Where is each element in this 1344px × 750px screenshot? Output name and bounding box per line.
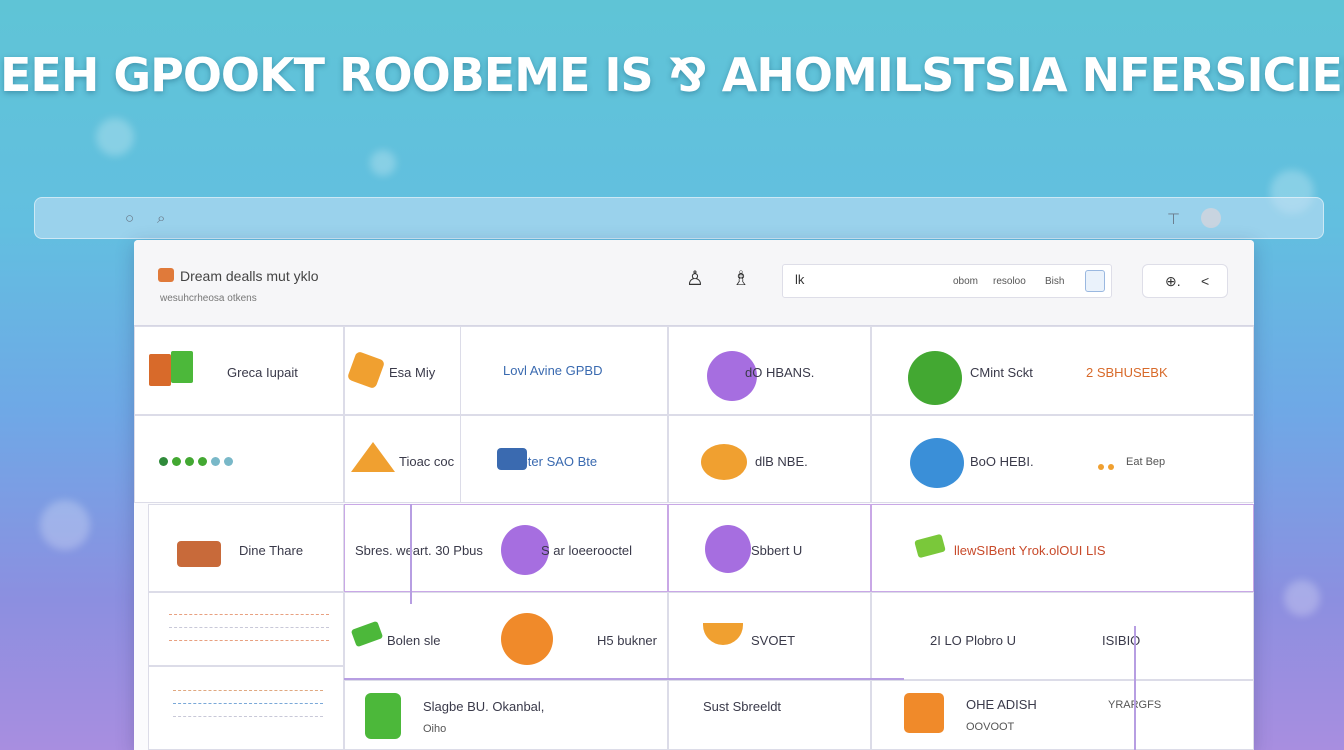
cell-label: Sbres. weart. 30 Pbus <box>355 543 483 558</box>
circle-icon <box>910 438 964 488</box>
search-input-icon: lk <box>795 272 805 287</box>
circle-icon <box>705 525 751 573</box>
mini-list <box>173 683 323 722</box>
cell-label: Tioac coc <box>399 454 455 469</box>
cell-label: OHE ADISH <box>966 697 1037 712</box>
grid-cell[interactable] <box>148 666 344 750</box>
grid-cell[interactable] <box>148 592 344 666</box>
grid-cell[interactable]: BoO HEBI. Eat Bep <box>871 415 1254 503</box>
cell-label: llewSIBent Yrok.olOUI LIS <box>954 543 1106 558</box>
cell-label: Esa Miy <box>389 365 436 380</box>
dots-icon <box>159 453 237 471</box>
chevron-icon: < <box>1201 273 1210 289</box>
app-title: Dream dealls mut yklo <box>180 268 319 284</box>
cell-label: CMint Sckt <box>970 365 1033 380</box>
grid-cell[interactable]: Greca Iupait <box>134 326 344 415</box>
cell-label: Bolen sle <box>387 633 441 648</box>
cell-label: 2I LO Plobro U <box>930 633 1016 648</box>
grid-cell[interactable]: Lovl Avine GPBD <box>460 326 668 415</box>
app-logo-icon <box>158 268 174 282</box>
grid-cell[interactable]: 2I LO Plobro U ISIBIO <box>871 592 1254 680</box>
search-icon[interactable]: ⌕ <box>157 210 165 227</box>
cell-label: Lovl Avine GPBD <box>503 363 603 378</box>
grid-cell[interactable]: Slagbe BU. Okanbal, Oiho <box>344 680 668 750</box>
extension-icon[interactable]: ⊤ <box>1167 210 1180 228</box>
circle-icon <box>908 351 962 405</box>
cell-label: dO HBANS. <box>745 365 815 380</box>
cell-label: Eat Bep <box>1126 456 1166 468</box>
box-icon <box>149 354 171 386</box>
grid-cell[interactable]: CMint Sckt 2 SBHUSEBK <box>871 326 1254 415</box>
grid-cell[interactable]: Elbter SAO Bte <box>460 415 668 503</box>
box-icon <box>171 351 193 383</box>
app-subtitle: wesuhcrheosa otkens <box>160 293 257 304</box>
grid-cell[interactable] <box>134 415 344 503</box>
back-icon[interactable]: ○ <box>125 210 134 227</box>
app-window: Dream dealls mut yklo wesuhcrheosa otken… <box>134 240 1254 750</box>
cell-sub-label: OOVOOT <box>966 721 1015 733</box>
browser-toolbar: ○ ⌕ ⊤ <box>34 197 1324 239</box>
grid-cell[interactable]: Sust Sbreeldt <box>668 680 871 750</box>
app-grid: Greca Iupait Esa Miy Lovl Avine GPBD dO … <box>134 326 1254 750</box>
dots-icon <box>1098 457 1118 475</box>
diamond-icon <box>346 350 386 390</box>
profile-icon[interactable] <box>1201 208 1221 228</box>
accent-line <box>410 504 412 604</box>
accent-line <box>1134 626 1136 750</box>
search-field[interactable]: lk obom resoloo Bish <box>782 264 1112 298</box>
grid-cell[interactable]: dlB NBE. <box>668 415 871 503</box>
banner-title: EEH GPOOKT ROOBEME IS ⅋ AHOMILSTSIA NFER… <box>0 48 1344 102</box>
grid-cell[interactable]: SVOET <box>668 592 871 680</box>
wedge-icon <box>703 623 743 645</box>
grid-cell[interactable]: Esa Miy <box>344 326 461 415</box>
circle-icon <box>701 444 747 480</box>
bokeh-light <box>40 500 90 550</box>
grid-cell[interactable]: OHE ADISH OOVOOT YRARGFS <box>871 680 1254 750</box>
cell-label: 2 SBHUSEBK <box>1086 365 1168 380</box>
accent-line <box>344 678 904 680</box>
pyramid-icon <box>351 442 395 472</box>
grid-cell[interactable]: Tioac coc <box>344 415 461 503</box>
mini-list <box>169 607 329 646</box>
circle-icon <box>501 613 553 665</box>
bokeh-light <box>96 118 134 156</box>
cell-label: dlB NBE. <box>755 454 808 469</box>
grid-cell[interactable]: llewSIBent Yrok.olOUI LIS <box>871 504 1254 592</box>
cell-label: H5 bukner <box>597 633 657 648</box>
search-submit-button[interactable] <box>1085 270 1105 292</box>
search-option-2[interactable]: resoloo <box>993 276 1026 287</box>
grid-cell[interactable]: Dine Thare <box>148 504 344 592</box>
box-icon <box>177 541 221 567</box>
box-icon <box>365 693 401 739</box>
pin-icon[interactable]: ♗ <box>732 266 750 291</box>
cell-label: SVOET <box>751 633 796 648</box>
search-option-1[interactable]: obom <box>953 276 978 287</box>
cell-label: Slagbe BU. Okanbal, <box>423 699 545 714</box>
cell-label: Elbter SAO Bte <box>509 454 598 469</box>
search-option-3[interactable]: Bish <box>1045 276 1064 287</box>
bokeh-light <box>1284 580 1320 616</box>
user-menu-label: ⊕. <box>1165 273 1181 289</box>
app-header: Dream dealls mut yklo wesuhcrheosa otken… <box>134 240 1254 326</box>
user-icon[interactable]: ♙ <box>686 266 704 291</box>
box-icon <box>904 693 944 733</box>
cell-label: Dine Thare <box>239 543 304 558</box>
cell-sub-label: Oiho <box>423 723 447 735</box>
cell-label: Sbbert U <box>751 543 803 558</box>
tag-icon <box>350 620 384 648</box>
cell-label: S ar loeerooctel <box>541 543 633 558</box>
cell-label: Greca Iupait <box>227 365 298 380</box>
bokeh-light <box>370 150 396 176</box>
user-menu[interactable]: ⊕. < <box>1142 264 1228 298</box>
tag-icon <box>914 533 946 559</box>
grid-cell[interactable]: Sbbert U <box>668 504 871 592</box>
grid-cell[interactable]: dO HBANS. <box>668 326 871 415</box>
cell-label: BoO HEBI. <box>970 454 1034 469</box>
cell-label: Sust Sbreeldt <box>703 699 782 714</box>
grid-cell[interactable]: Bolen sle H5 bukner <box>344 592 668 680</box>
grid-cell[interactable]: Sbres. weart. 30 Pbus S ar loeerooctel <box>344 504 668 592</box>
